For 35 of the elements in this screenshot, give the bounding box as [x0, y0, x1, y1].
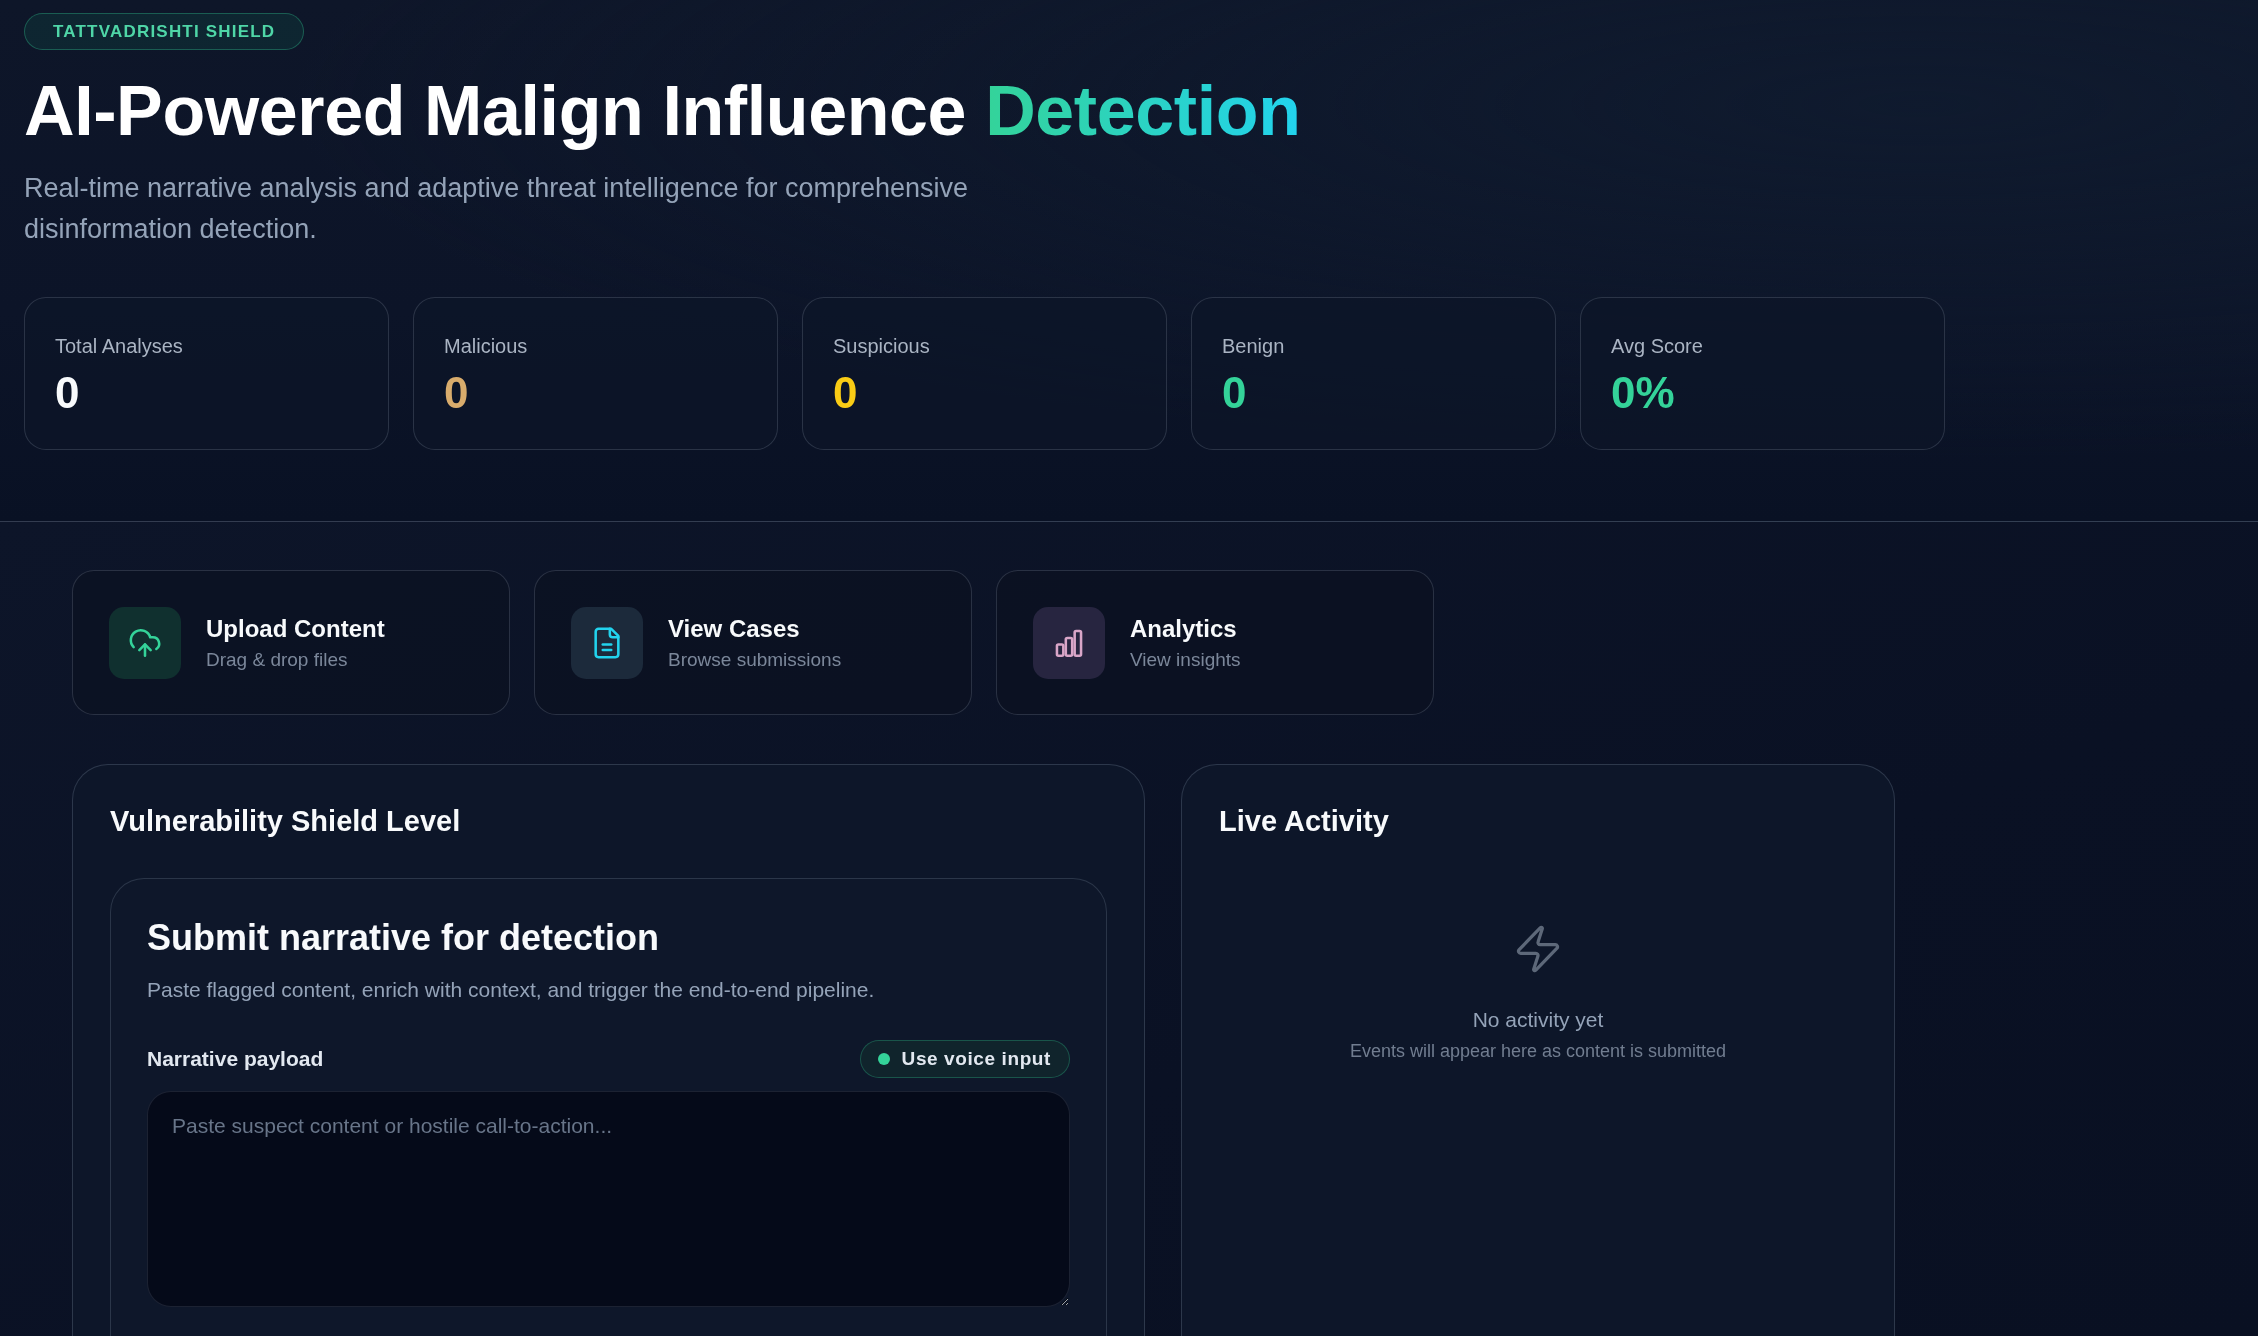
bar-chart-icon: [1033, 606, 1105, 679]
action-title: Upload Content: [206, 613, 385, 644]
action-subtitle: Drag & drop files: [206, 647, 349, 672]
action-subtitle: View insights: [1130, 647, 1241, 672]
panel-title: Live Activity: [1219, 804, 1390, 839]
narrative-field[interactable]: Paste suspect content or hostile call-to-action...: [147, 1091, 1070, 1307]
page-title: AI-Powered Malign Influence Detection: [24, 71, 1301, 152]
action-title: View Cases: [668, 613, 801, 644]
voice-input-button[interactable]: Use voice input: [859, 1040, 1070, 1078]
panel-title: Vulnerability Shield Level: [110, 804, 462, 839]
stat-value: 0: [833, 368, 859, 418]
document-icon: [571, 606, 643, 679]
stat-label: Suspicious: [833, 334, 931, 359]
stat-value: 0: [55, 368, 81, 418]
empty-state-text: Events will appear here as content is submitted: [1349, 1040, 1727, 1063]
stat-label: Avg Score: [1611, 334, 1704, 359]
stat-value: 0%: [1611, 368, 1676, 418]
stat-value: 0: [1222, 368, 1248, 418]
action-subtitle: Browse submissions: [668, 647, 842, 672]
stat-label: Benign: [1222, 334, 1286, 359]
cloud-upload-icon: [109, 606, 181, 679]
action-title: Analytics: [1130, 613, 1238, 644]
stat-value: 0: [444, 368, 470, 418]
action-card[interactable]: View Cases Browse submissions: [534, 570, 972, 715]
action-card[interactable]: Upload Content Drag & drop files: [72, 570, 510, 715]
page-subtitle: Real-time narrative analysis and adaptive threat intelligence for comprehensive disinformation detection.: [24, 172, 969, 246]
stat-label: Malicious: [444, 334, 529, 359]
product-badge: TATTVADRISHTI SHIELD: [24, 13, 305, 50]
form-description: Paste flagged content, enrich with context, and trigger the end-to-end pipeline.: [147, 977, 876, 1003]
indicator-dot-icon: [877, 1053, 890, 1065]
empty-state-title: No activity yet: [1472, 1007, 1604, 1033]
field-label: Narrative payload: [147, 1046, 324, 1072]
action-card[interactable]: Analytics View insights: [996, 570, 1434, 715]
form-title: Submit narrative for detection: [147, 916, 661, 960]
stat-label: Total Analyses: [55, 334, 184, 359]
